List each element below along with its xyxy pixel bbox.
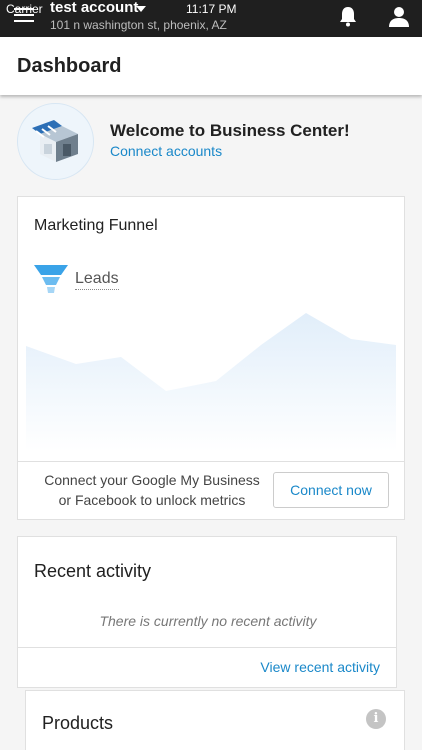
leads-placeholder-chart xyxy=(26,313,396,451)
connect-prompt-line-1: Connect your Google My Business xyxy=(44,472,260,488)
info-icon[interactable]: i xyxy=(366,709,386,729)
bell-icon[interactable] xyxy=(338,5,358,27)
funnel-icon xyxy=(34,265,68,293)
chevron-down-icon[interactable] xyxy=(136,6,146,12)
marketing-funnel-card: Marketing Funnel Leads Connect your Goog… xyxy=(17,196,405,520)
storefront-icon xyxy=(32,120,78,162)
connect-now-button[interactable]: Connect now xyxy=(273,472,389,508)
connect-accounts-link[interactable]: Connect accounts xyxy=(110,143,222,159)
welcome-section: Welcome to Business Center! Connect acco… xyxy=(17,103,407,183)
menu-icon[interactable] xyxy=(14,8,34,24)
account-address: 101 n washington st, phoenix, AZ xyxy=(50,18,227,32)
products-title: Products xyxy=(42,713,114,733)
business-avatar xyxy=(17,103,94,180)
activity-empty-state: There is currently no recent activity xyxy=(99,613,317,629)
divider xyxy=(18,647,396,648)
welcome-title: Welcome to Business Center! xyxy=(110,121,350,140)
user-icon[interactable] xyxy=(388,5,410,27)
view-recent-activity-link[interactable]: View recent activity xyxy=(260,659,380,675)
page-header: Dashboard xyxy=(0,37,422,95)
funnel-title: Marketing Funnel xyxy=(34,217,158,234)
products-card: Products i xyxy=(25,690,405,750)
leads-label[interactable]: Leads xyxy=(75,270,119,290)
divider xyxy=(18,461,404,462)
account-name[interactable]: test account xyxy=(50,0,138,16)
connect-prompt-line-2: or Facebook to unlock metrics xyxy=(58,492,246,508)
activity-title: Recent activity xyxy=(34,561,152,581)
recent-activity-card: Recent activity There is currently no re… xyxy=(17,536,397,688)
status-time: 11:17 PM xyxy=(186,2,237,16)
top-app-bar: Carrier 11:17 PM test account 101 n wash… xyxy=(0,0,422,37)
page-title: Dashboard xyxy=(17,55,122,77)
connect-prompt: Connect your Google My Business or Faceb… xyxy=(32,470,272,510)
